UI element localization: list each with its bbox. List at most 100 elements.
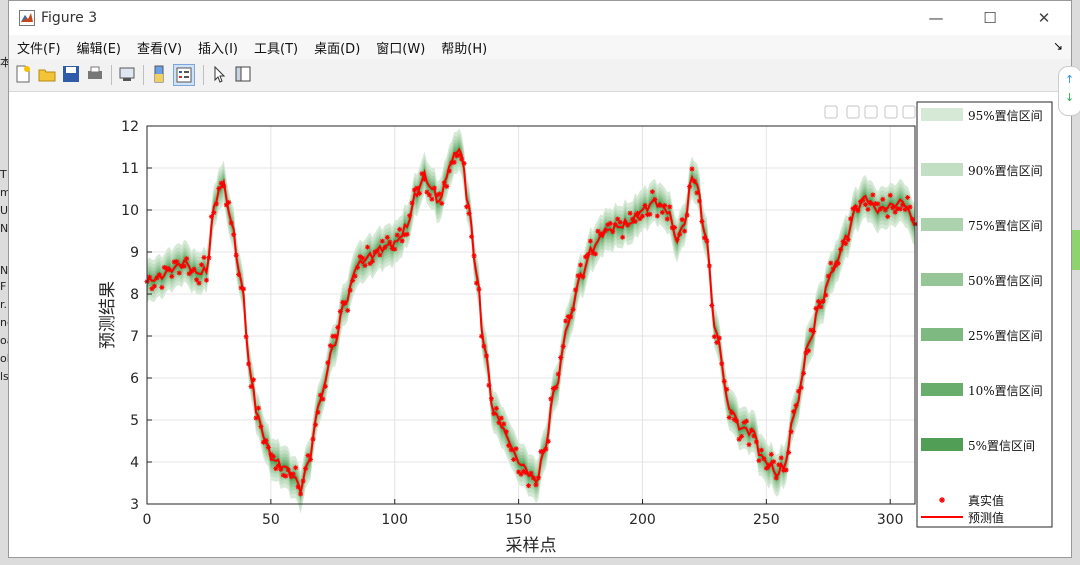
true-value-marker — [682, 228, 688, 234]
x-tick-label: 0 — [143, 512, 152, 528]
true-value-marker — [392, 246, 398, 252]
print-icon[interactable] — [85, 64, 105, 84]
true-value-marker — [744, 418, 750, 424]
legend-swatch-5-percent — [921, 438, 963, 451]
insert-legend-icon[interactable] — [173, 64, 195, 86]
menu-help[interactable]: 帮助(H) — [433, 38, 495, 57]
true-value-marker — [374, 248, 380, 254]
true-value-marker — [620, 234, 626, 240]
data-tips-icon[interactable] — [846, 105, 860, 119]
true-value-marker — [436, 191, 442, 197]
true-value-marker — [308, 457, 314, 463]
true-value-marker — [880, 196, 886, 202]
menu-edit[interactable]: 编辑(E) — [69, 38, 129, 57]
true-value-marker — [300, 478, 306, 484]
true-value-marker — [848, 216, 854, 222]
true-value-marker — [659, 209, 665, 215]
true-value-marker — [350, 277, 356, 283]
true-value-marker — [265, 444, 271, 450]
legend-label: 25%置信区间 — [968, 329, 1043, 343]
true-value-marker — [825, 273, 831, 279]
property-inspector-icon[interactable] — [233, 64, 253, 84]
true-value-marker — [877, 206, 883, 212]
true-value-marker — [151, 283, 157, 289]
true-value-marker — [501, 421, 507, 427]
menu-desktop[interactable]: 桌面(D) — [306, 38, 368, 57]
legend-label: 90%置信区间 — [968, 164, 1043, 178]
true-value-marker — [751, 433, 757, 439]
title-bar: Figure 3 — ☐ ✕ — [9, 1, 1071, 35]
open-file-icon[interactable] — [37, 64, 57, 84]
true-value-marker — [295, 484, 301, 490]
true-value-marker — [711, 334, 717, 340]
true-value-marker — [243, 334, 249, 340]
legend-swatch-25-percent — [921, 328, 963, 341]
menu-file[interactable]: 文件(F) — [9, 38, 69, 57]
true-value-marker — [446, 168, 452, 174]
true-value-marker — [199, 262, 205, 268]
legend-label: 10%置信区间 — [968, 384, 1043, 398]
true-value-marker — [166, 267, 172, 273]
true-value-marker — [758, 447, 764, 453]
true-value-marker — [684, 212, 690, 218]
menu-insert[interactable]: 插入(I) — [190, 38, 246, 57]
background-app-edge — [1072, 230, 1080, 270]
zoom-in-icon[interactable] — [884, 105, 898, 119]
true-value-marker — [275, 463, 281, 469]
true-value-marker — [471, 253, 477, 259]
true-value-marker — [585, 252, 591, 258]
matlab-logo-icon — [19, 10, 35, 26]
toolbar-separator — [143, 65, 144, 85]
true-value-marker — [855, 208, 861, 214]
dock-arrow-icon[interactable]: ↘ — [1053, 39, 1063, 53]
true-value-marker — [181, 263, 187, 269]
true-value-marker — [263, 438, 269, 444]
true-value-marker — [798, 385, 804, 391]
legend-label: 真实值 — [968, 493, 1004, 508]
legend-swatch-75-percent — [921, 218, 963, 231]
true-value-marker — [734, 418, 740, 424]
true-value-marker — [451, 159, 457, 165]
brush-icon[interactable] — [824, 105, 838, 119]
true-value-marker — [788, 429, 794, 435]
menu-view[interactable]: 查看(V) — [129, 38, 190, 57]
legend-swatch-10-percent — [921, 383, 963, 396]
true-value-marker — [545, 438, 551, 444]
true-value-marker — [298, 491, 304, 497]
true-value-marker — [431, 185, 437, 191]
save-icon[interactable] — [61, 64, 81, 84]
minimize-button[interactable]: — — [909, 1, 963, 35]
pan-icon[interactable] — [864, 105, 878, 119]
new-figure-icon[interactable] — [13, 64, 33, 84]
true-value-marker — [729, 410, 735, 416]
close-button[interactable]: ✕ — [1017, 1, 1071, 35]
true-value-marker — [355, 265, 361, 271]
arrow-up-icon[interactable]: ↑ — [1065, 73, 1074, 86]
menu-tools[interactable]: 工具(T) — [246, 38, 306, 57]
link-plot-icon[interactable] — [117, 64, 137, 84]
true-value-marker — [303, 466, 309, 472]
true-value-marker — [461, 160, 467, 166]
y-tick-label: 10 — [121, 203, 139, 219]
menu-window[interactable]: 窗口(W) — [368, 38, 433, 57]
true-value-marker — [508, 447, 514, 453]
arrow-down-icon[interactable]: ↓ — [1065, 91, 1074, 104]
true-value-marker — [486, 382, 492, 388]
side-float-control[interactable]: ↑ ↓ — [1058, 66, 1080, 116]
true-value-marker — [176, 270, 182, 276]
true-value-marker — [511, 456, 517, 462]
legend-swatch-95-percent — [921, 108, 963, 121]
maximize-button[interactable]: ☐ — [963, 1, 1017, 35]
true-value-marker — [647, 211, 653, 217]
y-tick-label: 7 — [130, 329, 139, 345]
true-value-marker — [498, 415, 504, 421]
edit-plot-arrow-icon[interactable] — [209, 64, 229, 84]
zoom-out-icon[interactable] — [902, 105, 916, 119]
true-value-marker — [654, 213, 660, 219]
true-value-marker — [488, 396, 494, 402]
insert-colorbar-icon[interactable] — [149, 64, 169, 84]
true-value-marker — [776, 462, 782, 468]
true-value-marker — [360, 255, 366, 261]
true-value-marker — [793, 403, 799, 409]
true-value-marker — [672, 224, 678, 230]
